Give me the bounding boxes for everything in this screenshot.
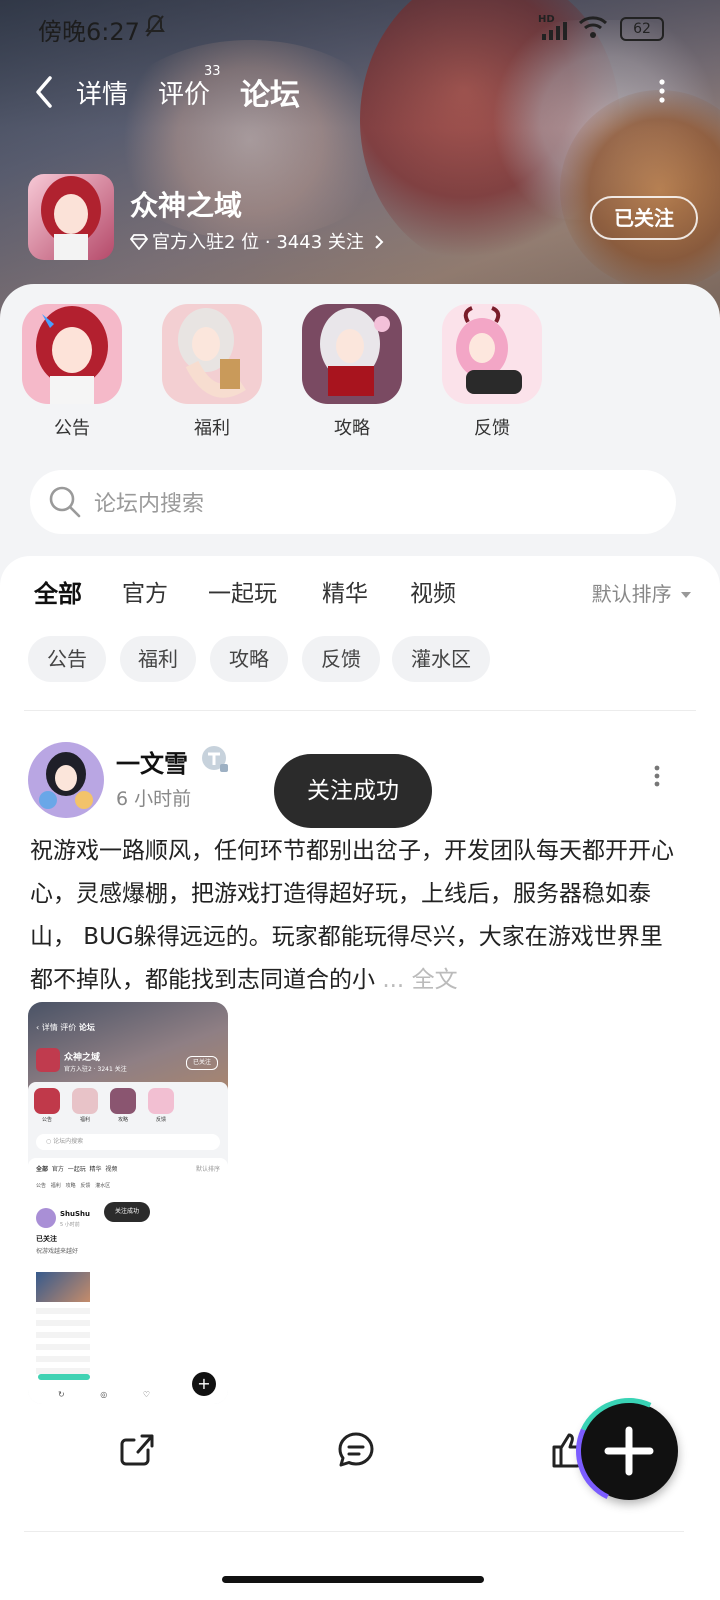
expand-full-text-link[interactable]: 全文	[412, 967, 458, 993]
plus-icon	[604, 1426, 654, 1476]
search-icon	[49, 486, 81, 518]
back-arrow-icon[interactable]	[28, 72, 64, 112]
tab-reviews[interactable]: 评价	[158, 74, 210, 111]
topic-chips: 公告 福利 攻略 反馈 灌水区	[28, 636, 708, 684]
post-image-action-icons: ↻ ◎ ♡	[58, 1390, 151, 1399]
author-name[interactable]: 一文雪	[116, 744, 188, 779]
category-announcement[interactable]: 公告	[22, 304, 122, 440]
status-time: 傍晚6:27	[38, 18, 140, 46]
post-image-search: ○ 论坛内搜索	[36, 1134, 220, 1150]
post-text[interactable]: 祝游戏一路顺风，任何环节都别出岔子，开发团队每天都开开心心，灵感爆棚，把游戏打造…	[30, 830, 680, 1002]
post-time: 6 小时前	[116, 788, 192, 810]
post-ellipsis: ...	[382, 967, 405, 993]
post-image-time: 5 小时前	[60, 1222, 80, 1228]
tab-details[interactable]: 详情	[76, 74, 128, 111]
tab-forum-label: 论坛	[240, 78, 300, 113]
top-nav: 详情 评价 33 论坛	[0, 62, 720, 122]
post-image-game-meta: 官方入驻2 · 3241 关注	[64, 1066, 127, 1073]
chevron-right-icon	[374, 235, 384, 249]
create-post-button[interactable]	[561, 1383, 697, 1519]
post-image-header	[28, 1002, 228, 1092]
author-avatar[interactable]	[28, 742, 104, 818]
category-image	[442, 304, 542, 404]
post-image-avatar	[36, 1208, 56, 1228]
game-meta-text: 官方入驻2 位 · 3443 关注	[152, 232, 364, 253]
game-name: 众神之域	[130, 189, 243, 222]
filter-tab-all[interactable]: 全部	[34, 574, 82, 611]
filter-tab-video[interactable]: 视频	[410, 574, 456, 608]
filter-tabs: 全部 官方 一起玩 精华 视频 默认排序	[0, 574, 720, 624]
post-image-nested-photo	[36, 1272, 90, 1302]
search-placeholder: 论坛内搜索	[94, 492, 205, 517]
chip-chat[interactable]: 灌水区	[392, 636, 490, 682]
post-image-nested-rows	[36, 1308, 90, 1378]
post-image-author: ShuShu	[60, 1210, 91, 1218]
chip-announcement[interactable]: 公告	[28, 636, 106, 682]
post-image-follow-button: 已关注	[186, 1056, 218, 1070]
more-options-icon[interactable]	[656, 76, 668, 106]
category-image	[302, 304, 402, 404]
caret-down-icon	[681, 592, 691, 598]
filter-tab-play-together[interactable]: 一起玩	[208, 574, 277, 608]
filter-tab-label: 全部	[34, 580, 82, 608]
muted-bell-icon	[144, 14, 166, 44]
sort-dropdown[interactable]: 默认排序	[592, 578, 692, 607]
post-image-post-text: 祝游戏越来越好	[36, 1248, 79, 1255]
wifi-icon	[578, 16, 608, 38]
post-image-nested-action-bar	[38, 1374, 90, 1380]
game-info: 众神之域 官方入驻2 位 · 3443 关注 已关注	[28, 172, 698, 264]
post-image-toast: 关注成功	[104, 1202, 150, 1222]
diamond-icon	[129, 234, 149, 251]
post-image-nav: ‹ 详情 评价 论坛	[36, 1023, 95, 1032]
category-image	[162, 304, 262, 404]
filter-tab-official[interactable]: 官方	[122, 574, 168, 608]
forum-search-input[interactable]: 论坛内搜索	[30, 470, 676, 534]
post-image-thumbs: 公告 福利 攻略 反馈	[34, 1088, 224, 1128]
post-body: 祝游戏一路顺风，任何环节都别出岔子，开发团队每天都开开心心，灵感爆棚，把游戏打造…	[30, 838, 674, 993]
sort-label: 默认排序	[591, 582, 672, 606]
home-indicator[interactable]	[222, 1576, 484, 1583]
category-label: 攻略	[334, 418, 370, 439]
post-image[interactable]: ‹ 详情 评价 论坛 众神之域 官方入驻2 · 3241 关注 已关注 公告 福…	[28, 1002, 228, 1404]
category-guide[interactable]: 攻略	[302, 304, 402, 440]
tab-forum[interactable]: 论坛	[240, 70, 300, 114]
game-logo[interactable]	[28, 174, 114, 260]
divider	[24, 710, 696, 711]
chip-guide[interactable]: 攻略	[210, 636, 288, 682]
verified-badge-icon	[202, 746, 228, 772]
category-welfare[interactable]: 福利	[162, 304, 262, 440]
category-row: 公告 福利 攻略 反馈	[22, 304, 702, 444]
share-icon[interactable]	[118, 1430, 158, 1470]
category-image	[22, 304, 122, 404]
comment-icon[interactable]	[336, 1430, 376, 1470]
game-meta[interactable]: 官方入驻2 位 · 3443 关注	[129, 228, 384, 254]
battery-indicator: 62	[620, 17, 664, 41]
follow-button[interactable]: 已关注	[590, 196, 698, 240]
post-more-icon[interactable]	[652, 764, 662, 788]
follow-success-toast: 关注成功	[274, 754, 432, 828]
status-bar: 傍晚6:27 HD 62	[0, 0, 720, 56]
filter-tab-featured[interactable]: 精华	[322, 574, 368, 608]
chip-welfare[interactable]: 福利	[120, 636, 196, 682]
category-label: 反馈	[474, 418, 510, 439]
category-label: 福利	[194, 418, 230, 439]
category-label: 公告	[54, 418, 90, 439]
signal-icon	[542, 22, 567, 40]
reviews-count-badge: 33	[204, 64, 221, 79]
divider	[24, 1531, 684, 1532]
chip-feedback[interactable]: 反馈	[302, 636, 380, 682]
post-image-post-title: 已关注	[36, 1235, 57, 1243]
post-image-chips: 公告 福利 攻略 反馈 灌水区	[36, 1183, 111, 1189]
post-image-filter-tabs: 全部 官方 一起玩 精华 视频 默认排序	[36, 1166, 220, 1173]
post-image-game-name: 众神之域	[64, 1053, 101, 1063]
category-feedback[interactable]: 反馈	[442, 304, 542, 440]
post-image-game-logo	[36, 1048, 60, 1072]
